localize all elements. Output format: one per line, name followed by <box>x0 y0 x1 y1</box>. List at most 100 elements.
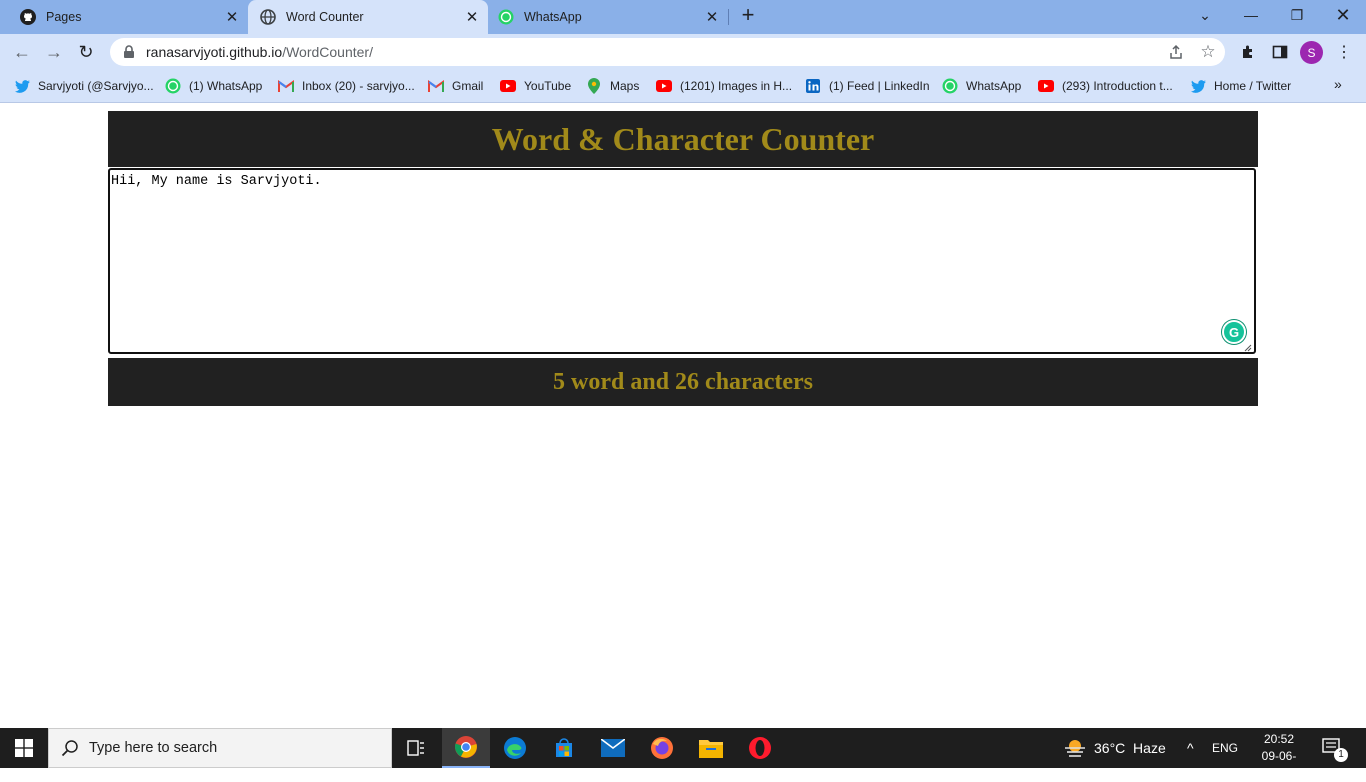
search-placeholder: Type here to search <box>89 740 218 756</box>
bookmark-label: (1201) Images in H... <box>680 79 793 93</box>
mail-app-icon[interactable] <box>589 728 637 768</box>
extensions-icon[interactable] <box>1234 38 1262 66</box>
new-tab-button[interactable]: + <box>736 4 760 28</box>
count-bar: 5 word and 26 characters <box>108 358 1258 406</box>
maps-icon <box>586 78 602 94</box>
tab-title: WhatsApp <box>524 10 582 24</box>
windows-start-icon[interactable] <box>0 728 48 768</box>
clock[interactable]: 20:52 09-06-2023 <box>1250 731 1308 782</box>
notification-icon[interactable]: 1 <box>1322 728 1348 768</box>
bookmark-item[interactable]: (1) Feed | LinkedIn <box>805 76 930 96</box>
profile-avatar[interactable]: S <box>1300 41 1323 64</box>
url-path: /WordCounter/ <box>282 44 373 60</box>
file-explorer-app-icon[interactable] <box>687 728 735 768</box>
tab-title: Pages <box>46 10 82 24</box>
chrome-app-icon[interactable] <box>442 728 490 768</box>
restore-button[interactable]: ❐ <box>1274 0 1320 30</box>
gmail-icon <box>278 78 294 94</box>
bookmark-item[interactable]: WhatsApp <box>942 76 1021 96</box>
bookmarks-bar: Sarvjyoti (@Sarvjyo... (1) WhatsApp Inbo… <box>0 70 1366 103</box>
bookmark-label: (1) WhatsApp <box>189 79 263 93</box>
bookmark-item[interactable]: YouTube <box>500 76 571 96</box>
tab-pages[interactable]: Pages ✕ <box>0 0 248 34</box>
bookmark-label: Gmail <box>452 79 484 93</box>
tab-search-icon[interactable]: ⌄ <box>1182 0 1228 30</box>
opera-app-icon[interactable] <box>736 728 784 768</box>
reload-button[interactable]: ↻ <box>72 38 100 66</box>
close-icon[interactable]: ✕ <box>222 7 242 27</box>
whatsapp-icon <box>942 78 958 94</box>
weather-widget[interactable]: 36°C Haze <box>1064 728 1166 768</box>
bookmark-item[interactable]: Maps <box>586 76 639 96</box>
bookmark-item[interactable]: (293) Introduction t... <box>1038 76 1173 96</box>
page-content: Word & Character Counter Hii, My name is… <box>0 104 1366 728</box>
share-icon[interactable] <box>1162 38 1190 66</box>
bookmark-label: YouTube <box>524 79 572 93</box>
bookmark-item[interactable]: Inbox (20) - sarvjyo... <box>278 76 415 96</box>
globe-icon <box>260 9 276 25</box>
header-bar: Word & Character Counter <box>108 111 1258 167</box>
bookmark-item[interactable]: Gmail <box>428 76 483 96</box>
linkedin-icon <box>805 78 821 94</box>
task-view-icon[interactable] <box>392 728 440 768</box>
bookmark-item[interactable]: (1) WhatsApp <box>165 76 262 96</box>
textarea-value: Hii, My name is Sarvjyoti. <box>111 174 322 189</box>
bookmark-label: WhatsApp <box>966 79 1022 93</box>
haze-weather-icon <box>1064 738 1086 758</box>
bookmark-label: (293) Introduction t... <box>1062 79 1173 93</box>
search-icon <box>61 740 78 757</box>
lock-icon <box>124 45 134 58</box>
text-input-area[interactable]: Hii, My name is Sarvjyoti. <box>108 168 1256 354</box>
close-icon[interactable]: ✕ <box>462 7 482 27</box>
chevron-up-icon[interactable]: ^ <box>1187 728 1194 768</box>
weather-text: 36°C Haze <box>1094 740 1166 756</box>
bookmark-item[interactable]: Sarvjyoti (@Sarvjyo... <box>14 76 154 96</box>
page-title: Word & Character Counter <box>491 120 875 157</box>
time-text: 20:52 <box>1263 732 1295 746</box>
github-icon <box>20 9 36 25</box>
tab-separator <box>728 9 729 25</box>
close-icon[interactable]: ✕ <box>702 7 722 27</box>
close-window-button[interactable]: ✕ <box>1320 0 1366 30</box>
url-host: ranasarvjyoti.github.io <box>146 44 283 60</box>
more-bookmarks-icon[interactable]: » <box>1334 76 1342 92</box>
word-character-count: 5 word and 26 characters <box>553 368 813 395</box>
bookmark-label: Home / Twitter <box>1214 79 1292 93</box>
grammarly-icon[interactable]: G <box>1222 320 1246 344</box>
back-button[interactable]: ← <box>8 38 36 66</box>
bookmark-label: (1) Feed | LinkedIn <box>829 79 930 93</box>
taskbar-search-box[interactable]: Type here to search <box>48 728 392 768</box>
side-panel-icon[interactable] <box>1266 38 1294 66</box>
whatsapp-icon <box>498 9 514 25</box>
address-bar[interactable]: ranasarvjyoti.github.io/WordCounter/ ☆ <box>110 38 1225 66</box>
resize-handle-icon[interactable] <box>1244 344 1252 352</box>
bookmark-label: Sarvjyoti (@Sarvjyo... <box>38 79 154 93</box>
twitter-icon <box>14 78 30 94</box>
forward-button[interactable]: → <box>40 38 68 66</box>
bookmark-item[interactable]: (1201) Images in H... <box>656 76 792 96</box>
firefox-app-icon[interactable] <box>638 728 686 768</box>
tab-title: Word Counter <box>286 10 364 24</box>
tab-whatsapp[interactable]: WhatsApp ✕ <box>488 0 728 34</box>
minimize-button[interactable]: — <box>1228 0 1274 30</box>
language-indicator[interactable]: ENG <box>1212 728 1238 768</box>
gmail-icon <box>428 78 444 94</box>
twitter-icon <box>1190 78 1206 94</box>
tab-strip: Pages ✕ Word Counter ✕ WhatsApp ✕ + ⌄ — … <box>0 0 1366 34</box>
menu-icon[interactable]: ⋮ <box>1330 38 1358 66</box>
tab-word-counter[interactable]: Word Counter ✕ <box>248 0 488 34</box>
bookmark-label: Inbox (20) - sarvjyo... <box>302 79 415 93</box>
edge-app-icon[interactable] <box>491 728 539 768</box>
windows-taskbar: Type here to search 36°C Haze ^ ENG 20:5… <box>0 728 1366 780</box>
bookmark-item[interactable]: Home / Twitter <box>1190 76 1291 96</box>
bookmark-label: Maps <box>610 79 640 93</box>
bookmark-star-icon[interactable]: ☆ <box>1194 38 1222 66</box>
youtube-icon <box>500 78 516 94</box>
url-text: ranasarvjyoti.github.io/WordCounter/ <box>146 44 373 60</box>
notification-count: 1 <box>1334 748 1348 762</box>
store-app-icon[interactable] <box>540 728 588 768</box>
date-text: 09-06-2023 <box>1261 749 1297 780</box>
whatsapp-icon <box>165 78 181 94</box>
browser-toolbar: ← → ↻ ranasarvjyoti.github.io/WordCounte… <box>0 34 1366 70</box>
youtube-icon <box>1038 78 1054 94</box>
